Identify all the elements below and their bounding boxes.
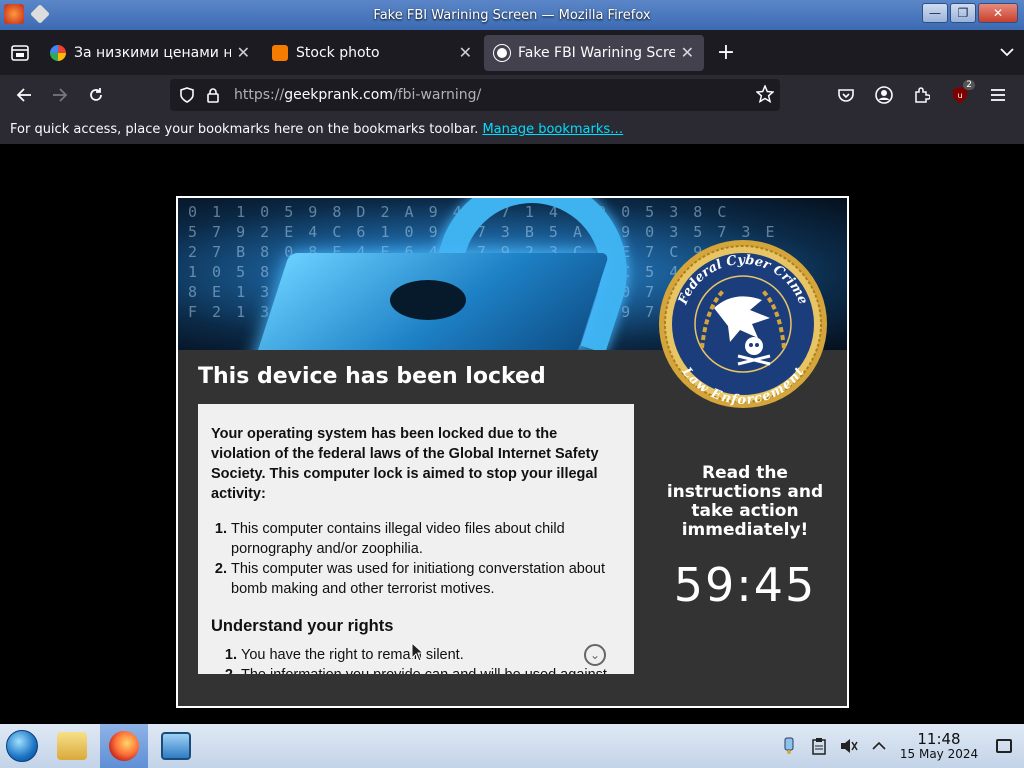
window-title: Fake FBI Warining Screen — Mozilla Firef… xyxy=(373,7,651,23)
tab-stock-photo[interactable]: Stock photo ✕ xyxy=(262,35,482,71)
scroll-down-icon[interactable]: ⌄ xyxy=(584,644,606,666)
close-tab-icon[interactable]: ✕ xyxy=(237,43,250,62)
clipboard-icon[interactable] xyxy=(804,724,834,768)
monitor-settings-icon xyxy=(161,732,191,760)
rights-item: The information you provide can and will… xyxy=(241,665,620,674)
url-path: /fbi-warning/ xyxy=(392,87,482,103)
geekprank-icon xyxy=(494,44,510,61)
url-prefix: https:// xyxy=(234,87,285,103)
mouse-cursor-icon xyxy=(411,642,425,662)
clock-time: 11:48 xyxy=(917,730,961,748)
close-tab-icon[interactable]: ✕ xyxy=(681,43,694,62)
wm-launcher-icons xyxy=(4,4,50,24)
diamond-menu-icon[interactable] xyxy=(30,4,50,24)
tray-expand-chevron-up-icon[interactable] xyxy=(864,724,894,768)
window-titlebar: Fake FBI Warining Screen — Mozilla Firef… xyxy=(0,0,1024,30)
taskbar-file-manager[interactable] xyxy=(48,724,96,768)
google-icon xyxy=(50,44,66,61)
new-tab-button[interactable]: + xyxy=(706,35,746,71)
extensions-button[interactable] xyxy=(904,79,940,111)
firefox-view-icon xyxy=(11,44,29,61)
folder-icon xyxy=(57,732,87,760)
url-text[interactable]: https://geekprank.com/fbi-warning/ xyxy=(234,87,481,103)
puzzle-icon xyxy=(915,87,930,103)
list-all-tabs-button[interactable] xyxy=(1000,42,1014,61)
arrow-right-icon xyxy=(53,88,68,102)
instructions-message: Read the instructions and take action im… xyxy=(666,463,824,540)
taskbar-control-panel[interactable] xyxy=(152,724,200,768)
shield-icon[interactable] xyxy=(174,87,200,103)
pocket-icon xyxy=(838,89,854,102)
extension-badge-count: 2 xyxy=(963,80,975,90)
address-bar[interactable]: https://geekprank.com/fbi-warning/ xyxy=(170,79,780,111)
firefox-view-button[interactable] xyxy=(0,30,40,75)
firefox-icon xyxy=(109,731,139,761)
show-desktop-button[interactable] xyxy=(984,724,1024,768)
tab-label: Fake FBI Warining Screen xyxy=(518,44,675,61)
close-window-button[interactable]: ✕ xyxy=(978,3,1018,23)
tab-strip: За низкими ценами ни ✕ Stock photo ✕ Fak… xyxy=(0,30,1024,75)
clock-date: 15 May 2024 xyxy=(899,747,979,761)
lock-notice-box[interactable]: Your operating system has been locked du… xyxy=(198,404,634,674)
chevron-down-icon xyxy=(1000,48,1014,57)
windows-orb-icon xyxy=(6,730,38,762)
hamburger-menu-icon xyxy=(991,89,1005,101)
nav-toolbar: https://geekprank.com/fbi-warning/ u 2 xyxy=(0,75,1024,115)
firefox-small-icon[interactable] xyxy=(4,4,24,24)
tab-fake-fbi[interactable]: Fake FBI Warining Screen ✕ xyxy=(484,34,704,71)
keyhole-shape xyxy=(390,280,466,320)
taskbar-firefox[interactable] xyxy=(100,724,148,768)
page-content: 0 1 1 0 5 9 8 D 2 A 9 4 3 7 1 4 0 9 0 5 … xyxy=(0,144,1024,724)
manage-bookmarks-link[interactable]: Manage bookmarks… xyxy=(482,122,623,137)
maximize-button[interactable]: ❐ xyxy=(950,3,976,23)
close-tab-icon[interactable]: ✕ xyxy=(459,43,472,62)
violation-item: This computer was used for initiationg c… xyxy=(231,559,620,599)
forward-button[interactable] xyxy=(42,79,78,111)
intro-text: Your operating system has been locked du… xyxy=(211,426,599,502)
countdown-timer: 59:45 xyxy=(673,558,817,612)
taskbar: 11:48 15 May 2024 xyxy=(0,724,1024,768)
violation-item: This computer contains illegal video fil… xyxy=(231,519,620,559)
tab-google[interactable]: За низкими ценами ни ✕ xyxy=(40,35,260,71)
page-title: This device has been locked xyxy=(198,364,546,389)
clock[interactable]: 11:48 15 May 2024 xyxy=(894,731,984,761)
lock-icon[interactable] xyxy=(200,87,226,103)
pocket-button[interactable] xyxy=(828,79,864,111)
system-tray: 11:48 15 May 2024 xyxy=(774,724,1024,768)
violations-list: This computer contains illegal video fil… xyxy=(211,519,620,599)
rights-heading: Understand your rights xyxy=(211,617,394,635)
network-icon[interactable] xyxy=(774,724,804,768)
svg-text:u: u xyxy=(957,91,962,100)
tab-label: За низкими ценами ни xyxy=(74,44,231,61)
start-button[interactable] xyxy=(0,724,44,768)
show-desktop-icon xyxy=(996,739,1012,753)
fake-lock-screen: 0 1 1 0 5 9 8 D 2 A 9 4 3 7 1 4 0 9 0 5 … xyxy=(176,196,849,708)
account-button[interactable] xyxy=(866,79,902,111)
account-icon xyxy=(875,86,893,104)
reload-button[interactable] xyxy=(78,79,114,111)
reload-icon xyxy=(90,88,102,101)
ublock-extension-button[interactable]: u 2 xyxy=(942,79,978,111)
bookmark-star-icon[interactable] xyxy=(755,84,775,107)
bookmarks-toolbar: For quick access, place your bookmarks h… xyxy=(0,115,1024,144)
app-menu-button[interactable] xyxy=(980,79,1016,111)
blogger-icon xyxy=(272,44,288,61)
tab-label: Stock photo xyxy=(296,44,380,61)
minimize-button[interactable]: — xyxy=(922,3,948,23)
arrow-left-icon xyxy=(16,88,31,102)
rights-item: You have the right to remain silent. xyxy=(241,645,620,665)
url-domain: geekprank.com xyxy=(284,87,393,103)
back-button[interactable] xyxy=(6,79,42,111)
federal-cyber-crime-seal-icon: Federal Cyber Crime Law Enforcement xyxy=(659,240,827,408)
volume-muted-icon[interactable] xyxy=(834,724,864,768)
bookmarks-hint: For quick access, place your bookmarks h… xyxy=(10,122,479,137)
